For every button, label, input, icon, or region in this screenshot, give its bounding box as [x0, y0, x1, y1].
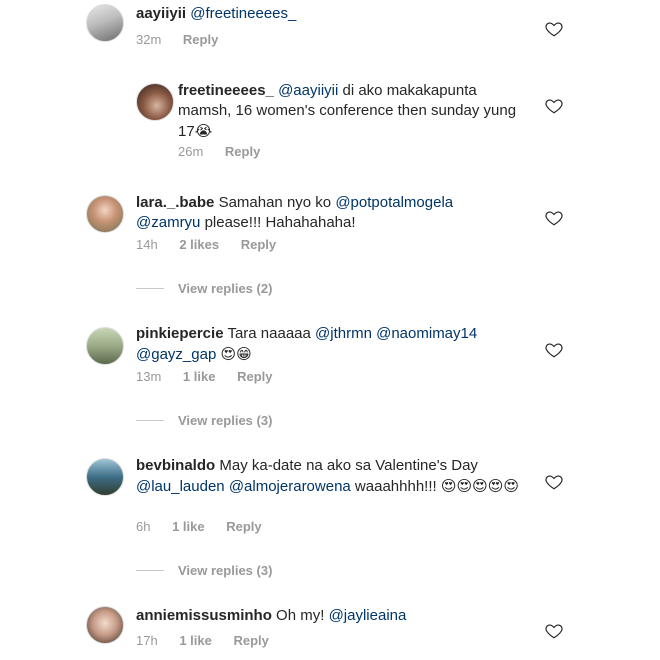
avatar[interactable]: [86, 327, 124, 365]
avatar[interactable]: [136, 83, 174, 121]
comment-text: lara._.babe Samahan nyo ko @potpotalmoge…: [136, 193, 496, 233]
mention-link[interactable]: @jthrmn: [315, 325, 372, 342]
comment-meta: 14h 2 likes Reply: [136, 237, 294, 252]
comment-text-segment: please!!! Hahahahaha!: [200, 214, 356, 231]
comment-time: 17h: [136, 633, 158, 648]
reply-button[interactable]: Reply: [226, 519, 261, 534]
comment-text-segment: Oh my!: [276, 607, 329, 624]
comment-text: aayiiyii @freetineeees_: [136, 4, 526, 24]
heart-outline-icon[interactable]: [545, 622, 563, 640]
comment-text: anniemissusminho Oh my! @jaylieaina: [136, 606, 526, 626]
comment-text-segment: Samahan nyo ko: [218, 194, 336, 211]
view-replies-button[interactable]: View replies (3): [136, 563, 272, 578]
comment-time: 14h: [136, 237, 158, 252]
reply-button[interactable]: Reply: [233, 633, 268, 648]
avatar[interactable]: [86, 4, 124, 42]
like-count[interactable]: 2 likes: [179, 237, 219, 252]
like-count[interactable]: 1 like: [183, 369, 216, 384]
view-replies-label: View replies (3): [178, 563, 273, 578]
comment-time: 32m: [136, 32, 162, 47]
mention-link[interactable]: @zamryu: [136, 214, 200, 231]
heart-outline-icon[interactable]: [545, 209, 563, 227]
comment-body: @freetineeees_: [190, 5, 296, 22]
comment-text-segment: May ka-date na ako sa Valentine's Day: [219, 457, 478, 474]
mention-link[interactable]: @naomimay14: [376, 325, 477, 342]
heart-outline-icon[interactable]: [545, 341, 563, 359]
view-replies-button[interactable]: View replies (3): [136, 413, 272, 428]
comment-body: Oh my! @jaylieaina: [276, 607, 406, 624]
comment-username[interactable]: aayiiyii: [136, 5, 186, 22]
reply-button[interactable]: Reply: [241, 237, 276, 252]
heart-outline-icon[interactable]: [545, 473, 563, 491]
comment-meta: 26m Reply: [178, 144, 278, 159]
avatar[interactable]: [86, 606, 124, 644]
mention-link[interactable]: @almojerarowena: [229, 478, 351, 495]
comment-username[interactable]: bevbinaldo: [136, 457, 215, 474]
emoji: 😁: [236, 345, 252, 363]
comment-text: freetineeees_ @aayiiyii di ako makakapun…: [178, 81, 518, 142]
like-count[interactable]: 1 like: [172, 519, 205, 534]
comment-text-segment: Tara naaaaa: [227, 325, 316, 342]
comment-username[interactable]: lara._.babe: [136, 194, 214, 211]
like-count[interactable]: 1 like: [179, 633, 212, 648]
avatar[interactable]: [86, 458, 124, 496]
heart-outline-icon[interactable]: [545, 20, 563, 38]
reply-button[interactable]: Reply: [225, 144, 260, 159]
reply-button[interactable]: Reply: [237, 369, 272, 384]
comment-time: 13m: [136, 369, 162, 384]
mention-link[interactable]: @aayiiyii: [278, 82, 338, 99]
comment-meta: 17h 1 like Reply: [136, 633, 287, 648]
comment-time: 6h: [136, 519, 151, 534]
comment-meta: 13m 1 like Reply: [136, 369, 290, 384]
mention-link[interactable]: @lau_lauden: [136, 478, 225, 495]
view-replies-label: View replies (2): [178, 281, 273, 296]
emoji: 😍😍😍😍😍: [440, 477, 520, 495]
divider-line: [136, 420, 164, 421]
divider-line: [136, 570, 164, 571]
mention-link[interactable]: @jaylieaina: [329, 607, 407, 624]
mention-link[interactable]: @gayz_gap: [136, 346, 216, 363]
comment-text: bevbinaldo May ka-date na ako sa Valenti…: [136, 456, 526, 497]
view-replies-label: View replies (3): [178, 413, 273, 428]
comment-meta: 32m Reply: [136, 32, 236, 47]
comment-username[interactable]: freetineeees_: [178, 82, 274, 99]
comment-text: pinkiepercie Tara naaaaa @jthrmn @naomim…: [136, 324, 506, 365]
comment-text-segment: waaahhhh!!!: [350, 478, 441, 495]
emoji: 😍: [220, 345, 237, 363]
comment-time: 26m: [178, 144, 204, 159]
view-replies-button[interactable]: View replies (2): [136, 281, 272, 296]
comment-meta: 6h 1 like Reply: [136, 519, 280, 534]
mention-link[interactable]: @potpotalmogela: [335, 194, 453, 211]
avatar[interactable]: [86, 195, 124, 233]
emoji: 😭: [194, 122, 213, 140]
comment-username[interactable]: anniemissusminho: [136, 607, 272, 624]
reply-button[interactable]: Reply: [183, 32, 218, 47]
mention-link[interactable]: @freetineeees_: [190, 5, 296, 22]
heart-outline-icon[interactable]: [545, 97, 563, 115]
comment-username[interactable]: pinkiepercie: [136, 325, 224, 342]
divider-line: [136, 288, 164, 289]
